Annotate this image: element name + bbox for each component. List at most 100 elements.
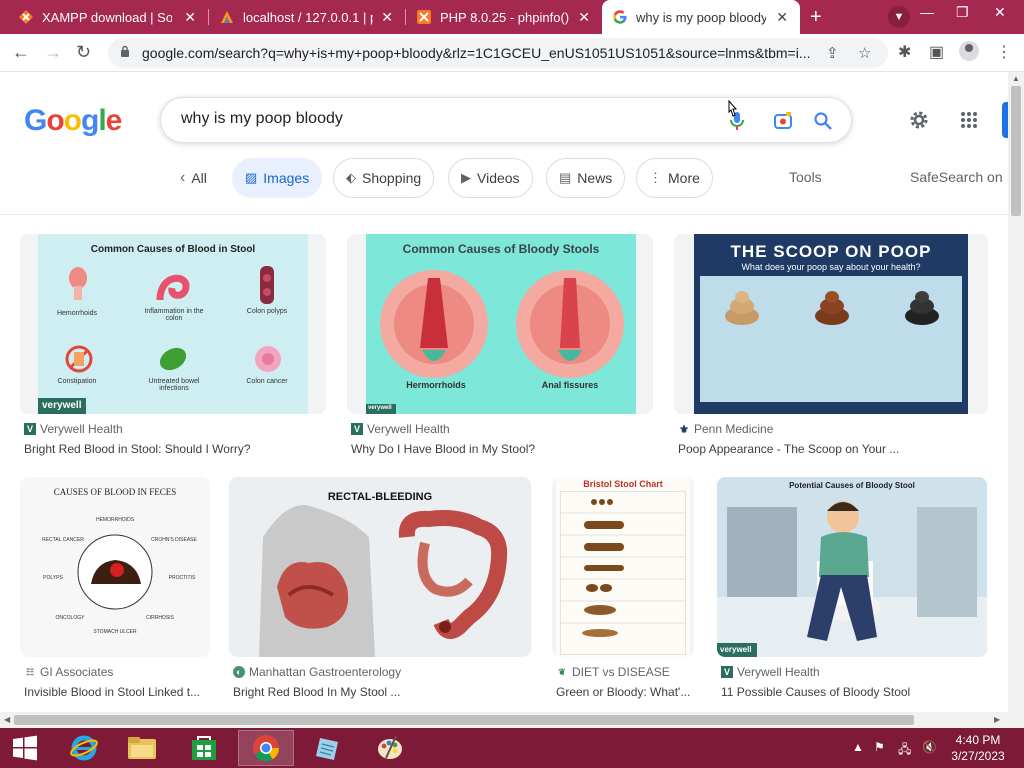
chevron-down-icon: ▼ [893,11,905,23]
scrollbar-thumb[interactable] [1011,86,1021,216]
tab-label: XAMPP download | Sourc [42,9,172,25]
google-icon [612,9,628,25]
result-thumbnail[interactable]: Potential Causes of Bloody Stool verywel… [717,477,987,657]
result-thumbnail[interactable]: Common Causes of Bloody Stools Hermorrho… [347,234,653,414]
result-title[interactable]: Poop Appearance - The Scoop on Your ... [678,442,978,456]
scroll-right-icon[interactable]: ▶ [994,715,1000,724]
reload-button[interactable]: ↻ [76,43,91,61]
notepad-icon [316,738,338,760]
safesearch-button[interactable]: SafeSearch on [910,169,1003,185]
new-tab-button[interactable]: + [810,7,822,27]
profile-avatar[interactable] [959,41,979,61]
tab-shopping[interactable]: ⬖ Shopping [333,158,435,198]
image-heading: Common Causes of Blood in Stool [90,244,256,255]
infographic-panel [700,276,962,402]
cancer-cell-illustration [255,346,281,372]
result-source[interactable]: ◐ Manhattan Gastroenterology [233,665,401,679]
taskbar-chrome[interactable] [238,730,294,766]
bookmark-star-icon[interactable]: ☆ [858,44,871,62]
camera-lens-icon[interactable] [773,111,793,131]
result-thumbnail[interactable]: Bristol Stool Chart [552,477,694,657]
close-icon[interactable]: ✕ [381,9,393,26]
verywell-favicon-icon: V [24,423,36,435]
result-thumbnail[interactable]: THE SCOOP ON POOP What does your poop sa… [674,234,988,414]
tab-more[interactable]: ⋮ More [636,158,713,198]
horizontal-scrollbar[interactable]: ◀ ▶ [0,712,1008,728]
minimize-button[interactable]: — [920,4,934,20]
result-source[interactable]: ☷ GI Associates [24,665,113,679]
apps-grid-icon[interactable] [960,111,978,129]
result-thumbnail[interactable]: RECTAL-BLEEDING [229,477,531,657]
tab-news[interactable]: ▤ News [546,158,626,198]
taskbar-app[interactable] [300,730,356,766]
lock-icon [121,45,129,57]
paint-palette-icon [378,735,402,759]
tab-phpinfo[interactable]: PHP 8.0.25 - phpinfo() ✕ [406,0,602,34]
system-clock[interactable]: 4:40 PM 3/27/2023 [946,732,1010,764]
tab-phpmyadmin[interactable]: localhost / 127.0.0.1 | php ✕ [209,0,405,34]
address-bar[interactable]: google.com/search?q=why+is+my+poop+blood… [108,38,888,68]
close-window-button[interactable]: ✕ [994,4,1006,21]
action-center-flag-icon[interactable]: ⚑ [874,740,885,754]
taskbar-file-explorer[interactable] [114,730,170,766]
phpmyadmin-icon [219,9,235,25]
xampp-icon [18,9,34,25]
start-button[interactable] [0,730,50,766]
result-source[interactable]: ❦ DIET vs DISEASE [556,665,670,679]
tab-videos[interactable]: ▶ Videos [448,158,533,198]
result-title[interactable]: Bright Red Blood In My Stool ... [233,685,529,699]
gear-icon[interactable] [908,109,930,131]
side-panel-icon[interactable]: ▣ [929,42,944,62]
vertical-scrollbar[interactable]: ▲ [1008,72,1024,728]
scrollbar-thumb[interactable] [14,715,914,725]
thumbnail-image: Common Causes of Blood in Stool Hemorrho… [38,234,308,414]
extensions-icon[interactable]: ✱ [898,42,911,62]
result-title[interactable]: Green or Bloody: What'... [556,685,690,699]
result-thumbnail[interactable]: Common Causes of Blood in Stool Hemorrho… [20,234,326,414]
image-heading: Common Causes of Bloody Stools [402,242,600,256]
search-icon[interactable] [813,111,833,131]
close-icon[interactable]: ✕ [776,9,788,26]
taskbar-store[interactable] [176,730,232,766]
show-hidden-icons-icon[interactable]: ▲ [852,740,864,754]
scroll-left-icon[interactable]: ◀ [4,715,10,724]
result-source[interactable]: V Verywell Health [721,665,820,679]
result-source[interactable]: V Verywell Health [351,422,450,436]
tab-all[interactable]: ‹ All [168,158,219,198]
windows-logo-icon [13,735,37,761]
google-logo[interactable]: Google [24,104,122,138]
tab-images[interactable]: ▨ Images [232,158,323,198]
kebab-menu-icon[interactable]: ⋮ [996,42,1012,62]
tools-button[interactable]: Tools [789,169,822,185]
anatomy-illustration [380,270,488,378]
tab-google-search[interactable]: why is my poop bloody - ✕ [602,0,800,34]
search-input[interactable] [181,110,701,128]
tab-xampp[interactable]: XAMPP download | Sourc ✕ [8,0,208,34]
share-icon[interactable]: ⇪ [826,44,839,62]
result-title[interactable]: 11 Possible Causes of Bloody Stool [721,685,987,699]
url-text[interactable]: google.com/search?q=why+is+my+poop+blood… [142,45,812,61]
forward-button[interactable]: → [44,43,62,61]
taskbar-paint[interactable] [362,730,418,766]
polyp-illustration [260,266,274,304]
result-title[interactable]: Why Do I Have Blood in My Stool? [351,442,651,456]
speaker-muted-icon[interactable]: 🔇 [922,740,937,754]
network-icon[interactable]: 🖧 [898,740,911,761]
taskbar-internet-explorer[interactable] [56,730,112,766]
thumbnail-image: THE SCOOP ON POOP What does your poop sa… [694,234,968,414]
tab-search-button[interactable]: ▼ [888,6,910,28]
close-icon[interactable]: ✕ [184,9,196,26]
result-source[interactable]: V Verywell Health [24,422,123,436]
scroll-up-icon[interactable]: ▲ [1012,74,1020,83]
result-source[interactable]: ⚜ Penn Medicine [678,422,773,436]
back-button[interactable]: ← [12,43,30,61]
browser-toolbar: ← → ↻ google.com/search?q=why+is+my+poop… [0,34,1024,72]
result-title[interactable]: Invisible Blood in Stool Linked t... [24,685,206,699]
result-thumbnail[interactable]: CAUSES OF BLOOD IN FECES HEMORRHOIDS REC… [20,477,210,657]
restore-button[interactable]: ❐ [956,4,969,21]
globe-icon: ◐ [233,666,245,678]
close-icon[interactable]: ✕ [578,9,590,26]
result-title[interactable]: Bright Red Blood in Stool: Should I Worr… [24,442,324,456]
image-label: CIRRHOSIS [146,615,174,621]
image-label: STOMACH ULCER [93,629,137,635]
